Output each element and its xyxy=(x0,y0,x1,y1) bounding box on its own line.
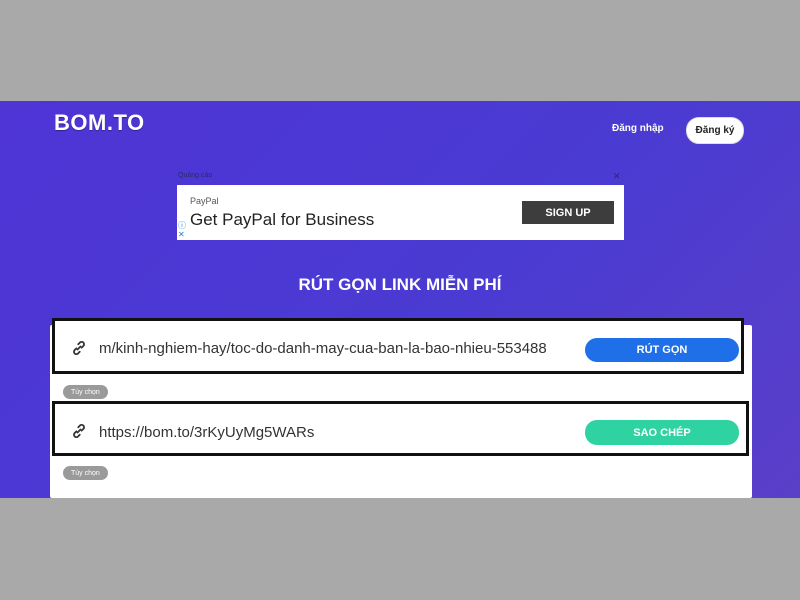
login-link[interactable]: Đăng nhập xyxy=(612,123,664,134)
ad-close-icon[interactable]: ✕ xyxy=(613,171,621,182)
site-logo[interactable]: BOM.TO xyxy=(54,110,145,136)
adchoices-icon[interactable]: ⓘ ✕ xyxy=(178,221,186,239)
options-toggle-1[interactable]: Tùy chọn xyxy=(63,385,108,399)
shorten-button[interactable]: RÚT GỌN xyxy=(585,338,739,362)
options-toggle-2[interactable]: Tùy chọn xyxy=(63,466,108,480)
register-button[interactable]: Đăng ký xyxy=(686,117,744,144)
long-url-input[interactable]: m/kinh-nghiem-hay/toc-do-danh-may-cua-ba… xyxy=(99,340,569,357)
ad-signup-button[interactable]: SIGN UP xyxy=(522,201,614,224)
ad-headline[interactable]: Get PayPal for Business xyxy=(190,210,374,230)
short-url-row: https://bom.to/3rKyUyMg5WARs SAO CHÉP xyxy=(52,401,749,456)
copy-button[interactable]: SAO CHÉP xyxy=(585,420,739,445)
ad-brand: PayPal xyxy=(190,196,219,206)
long-url-row: m/kinh-nghiem-hay/toc-do-danh-may-cua-ba… xyxy=(52,318,744,374)
ad-banner[interactable]: PayPal Get PayPal for Business SIGN UP ⓘ… xyxy=(177,185,624,240)
link-icon xyxy=(73,340,85,356)
link-icon xyxy=(73,423,85,439)
page-title: RÚT GỌN LINK MIỄN PHÍ xyxy=(298,275,502,294)
ad-label: Quảng cáo xyxy=(178,172,213,179)
short-url-output[interactable]: https://bom.to/3rKyUyMg5WARs xyxy=(99,424,569,441)
